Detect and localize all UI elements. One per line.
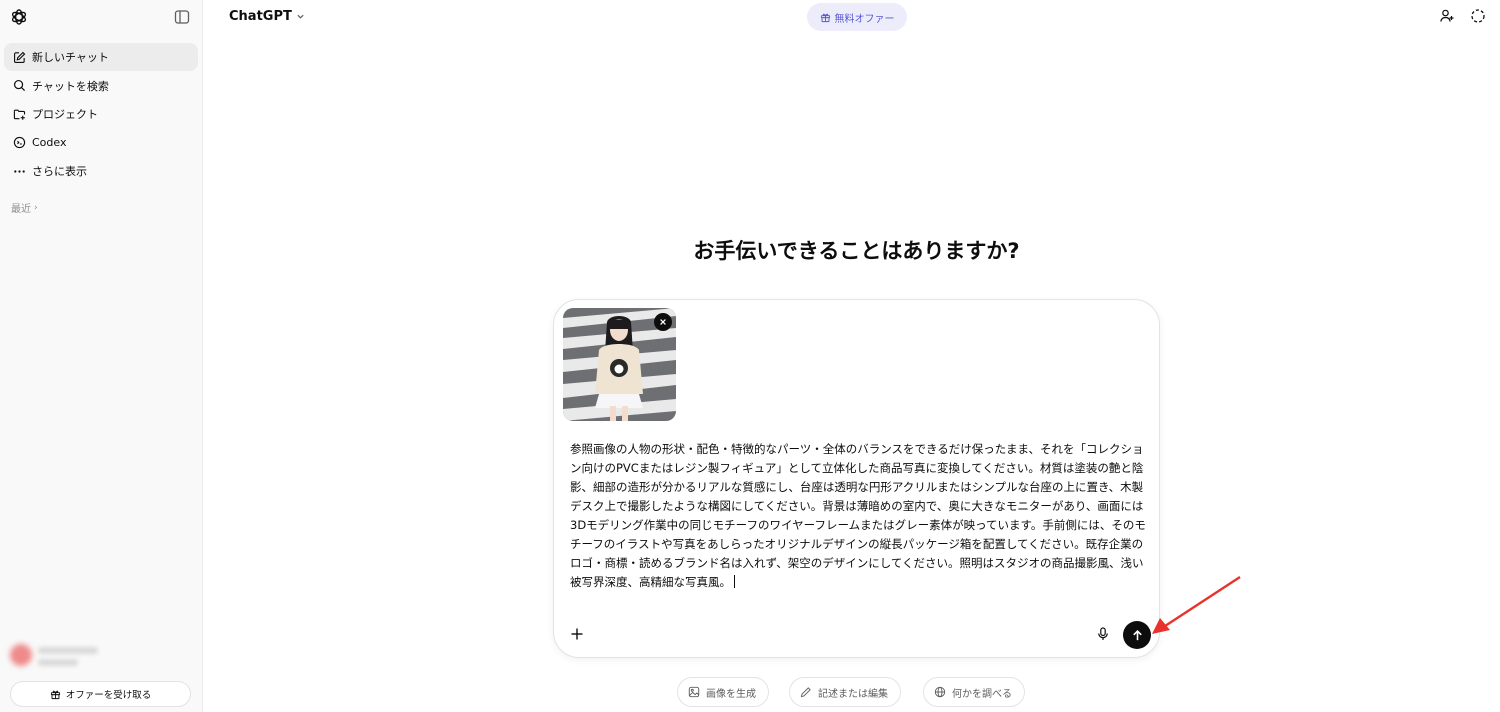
search-icon — [12, 79, 26, 93]
prompt-composer: 参照画像の人物の形状・配色・特徴的なパーツ・全体のバランスをできるだけ保ったまま… — [553, 299, 1160, 658]
pencil-icon — [800, 687, 811, 698]
sidebar-item-codex[interactable]: Codex — [4, 129, 198, 157]
chevron-right-icon: › — [34, 202, 38, 213]
suggestion-research[interactable]: 何かを調べる — [923, 677, 1025, 707]
page-heading: お手伝いできることはありますか? — [693, 239, 1020, 263]
gift-icon — [820, 13, 830, 22]
user-profile-blurred[interactable] — [10, 640, 100, 670]
suggestion-write-or-edit[interactable]: 記述または編集 — [789, 677, 901, 707]
chevron-down-icon — [297, 14, 304, 19]
sidebar-nav: 新しいチャット チャットを検索 プロジェクト Codex さらに表示 — [4, 43, 198, 186]
suggestion-chips: 画像を生成 記述または編集 何かを調べる — [0, 677, 1500, 707]
sidebar-item-search-chats[interactable]: チャットを検索 — [4, 72, 198, 100]
recent-label: 最近 — [11, 204, 31, 215]
sidebar-item-projects[interactable]: プロジェクト — [4, 100, 198, 128]
sidebar-item-label: プロジェクト — [32, 108, 98, 121]
add-person-icon[interactable] — [1439, 8, 1455, 24]
recent-section-toggle[interactable]: 最近 › — [11, 200, 38, 216]
globe-icon — [934, 686, 946, 698]
app-title: ChatGPT — [229, 9, 292, 24]
suggestion-label: 何かを調べる — [952, 688, 1012, 700]
close-icon — [660, 319, 666, 325]
model-selector[interactable]: ChatGPT — [229, 9, 305, 24]
image-icon — [688, 686, 700, 698]
free-offer-label: 無料オファー — [834, 13, 895, 25]
openai-logo-icon[interactable] — [9, 7, 29, 27]
folder-plus-icon — [12, 107, 26, 121]
free-offer-button[interactable]: 無料オファー — [807, 3, 907, 31]
temporary-chat-icon[interactable] — [1470, 8, 1486, 24]
arrow-up-icon — [1132, 629, 1142, 640]
microphone-icon[interactable] — [1096, 627, 1110, 641]
attached-image-thumbnail[interactable] — [563, 308, 676, 421]
codex-icon — [12, 136, 26, 150]
suggestion-label: 記述または編集 — [818, 688, 888, 700]
sidebar-item-label: さらに表示 — [32, 165, 87, 178]
sidebar-item-label: 新しいチャット — [32, 51, 109, 64]
text-caret — [734, 575, 735, 588]
suggestion-label: 画像を生成 — [706, 688, 756, 700]
sidebar-item-more[interactable]: さらに表示 — [4, 157, 198, 185]
sidebar-item-label: チャットを検索 — [32, 79, 109, 93]
user-name-redacted — [38, 647, 98, 654]
prompt-text: 参照画像の人物の形状・配色・特徴的なパーツ・全体のバランスをできるだけ保ったまま… — [570, 442, 1146, 589]
send-button[interactable] — [1123, 621, 1151, 649]
user-plan-redacted — [38, 659, 78, 666]
sidebar-item-new-chat[interactable]: 新しいチャット — [4, 43, 198, 71]
more-icon — [12, 164, 26, 178]
sidebar-toggle-icon[interactable] — [174, 9, 190, 25]
suggestion-generate-image[interactable]: 画像を生成 — [677, 677, 769, 707]
sidebar-item-label: Codex — [32, 136, 67, 149]
avatar — [10, 644, 32, 666]
prompt-textarea[interactable]: 参照画像の人物の形状・配色・特徴的なパーツ・全体のバランスをできるだけ保ったまま… — [570, 440, 1146, 592]
attach-plus-icon[interactable] — [569, 626, 585, 642]
edit-icon — [12, 50, 26, 64]
sidebar-header — [0, 0, 202, 36]
remove-attachment-button[interactable] — [654, 313, 672, 331]
sidebar: 新しいチャット チャットを検索 プロジェクト Codex さらに表示 最近 › … — [0, 0, 203, 712]
